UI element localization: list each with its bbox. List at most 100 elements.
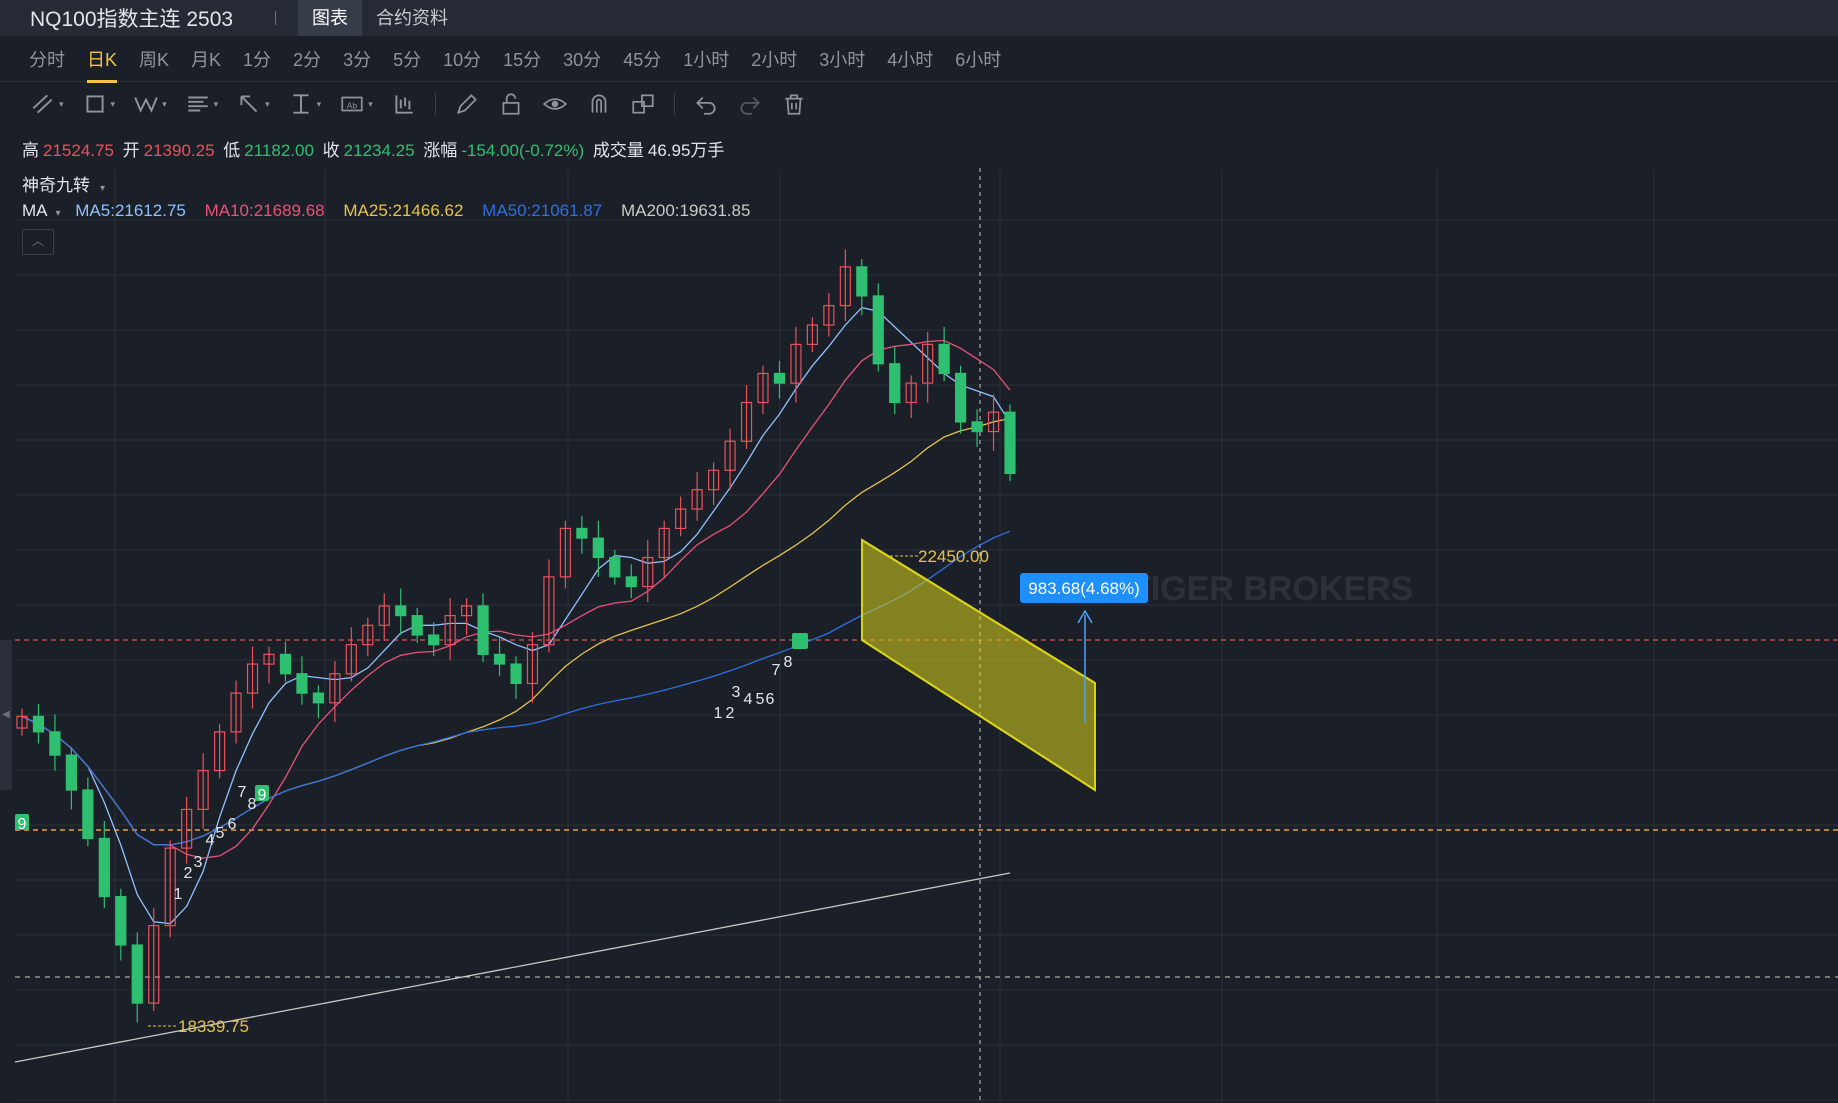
sidebar-toggle-handle[interactable]: ◀ [0, 640, 12, 790]
candle-body [49, 731, 61, 756]
ma-legend: MA ▾ MA5:21612.75 MA10:21689.68 MA25:2146… [22, 201, 764, 221]
period-7[interactable]: 5分 [393, 40, 421, 78]
seq-count-label: 2 [184, 865, 193, 882]
chevron-down-icon: ▾ [100, 183, 106, 194]
arrow-icon [240, 95, 258, 113]
undo-icon [695, 96, 716, 115]
tab-chart[interactable]: 图表 [298, 0, 362, 36]
layers-icon [632, 94, 654, 114]
delete-tool[interactable] [781, 91, 807, 117]
text-icon: Ab [341, 96, 363, 112]
period-0[interactable]: 分时 [29, 40, 65, 78]
candle-body [98, 837, 110, 898]
seq-count-label: 5 [756, 691, 765, 708]
magnet-tool[interactable] [586, 91, 612, 117]
redo-tool[interactable] [737, 91, 763, 117]
seq-count-label: 4 [206, 832, 215, 849]
tab-contract-info[interactable]: 合约资料 [362, 0, 462, 36]
watermark: TIGER BROKERS [1130, 570, 1413, 608]
low-value: 21182.00 [244, 141, 314, 160]
candle-body [954, 372, 967, 423]
close-label: 收 [322, 141, 340, 160]
period-5[interactable]: 2分 [293, 40, 321, 78]
period-4[interactable]: 1分 [243, 40, 271, 78]
period-2[interactable]: 周K [139, 40, 169, 78]
period-11[interactable]: 45分 [623, 40, 661, 78]
seq-count-label: 8 [784, 654, 793, 671]
svg-text:Ab: Ab [347, 100, 358, 110]
instrument-title: NQ100指数主连 2503 [30, 8, 234, 31]
candle-body [279, 653, 292, 675]
lock-tool[interactable] [498, 91, 524, 117]
open-label: 开 [122, 141, 140, 160]
fib-tool[interactable]: ▾ [185, 91, 218, 117]
eye-icon [542, 98, 567, 110]
lock-icon [502, 93, 520, 115]
bar-pattern-icon [395, 95, 413, 114]
bar-pattern-tool[interactable] [391, 91, 417, 117]
period-14[interactable]: 3小时 [819, 40, 865, 78]
high-marker-label: 22450.00 [918, 547, 989, 566]
period-6[interactable]: 3分 [343, 40, 371, 78]
candle-body [82, 789, 94, 840]
measure-label: 983.68(4.68%) [1028, 579, 1140, 598]
undo-tool[interactable] [693, 91, 719, 117]
ma25-value: MA25:21466.62 [343, 201, 464, 220]
seq-count-label: 6 [766, 691, 775, 708]
layers-tool[interactable] [630, 91, 656, 117]
period-16[interactable]: 6小时 [955, 40, 1001, 78]
arrow-tool[interactable]: ▾ [236, 91, 270, 117]
low-marker-label: 18339.75 [178, 1017, 249, 1036]
period-10[interactable]: 30分 [563, 40, 601, 78]
ma10-value: MA10:21689.68 [204, 201, 325, 220]
period-15[interactable]: 4小时 [887, 40, 933, 78]
trendline-tool[interactable]: ▾ [30, 91, 64, 117]
high-label: 高 [22, 141, 39, 160]
candle-body [411, 615, 423, 636]
seq-nine-badge [792, 633, 808, 649]
pen-tool[interactable] [454, 91, 480, 117]
fib-icon [187, 96, 208, 112]
period-8[interactable]: 10分 [443, 40, 481, 78]
collapse-legend-button[interactable]: ︿ [22, 229, 54, 255]
candle-body [872, 295, 884, 365]
trash-icon [785, 94, 803, 115]
measure-tool[interactable]: ▾ [288, 91, 321, 117]
period-13[interactable]: 2小时 [751, 40, 797, 78]
seq-count-label: 1 [714, 705, 723, 722]
rectangle-tool[interactable]: ▾ [82, 91, 115, 117]
ma200-line [14, 872, 1011, 1063]
candle-body [971, 421, 983, 433]
period-1[interactable]: 日K [87, 40, 118, 83]
chevron-down-icon[interactable]: ▾ [56, 208, 61, 219]
seq-count-label: 1 [174, 886, 183, 903]
candle-body [131, 944, 143, 1004]
redo-icon [740, 96, 760, 115]
low-label: 低 [223, 141, 241, 160]
candle-body [312, 692, 324, 704]
candle-body [889, 363, 901, 404]
period-3[interactable]: 月K [191, 40, 221, 78]
period-9[interactable]: 15分 [503, 40, 541, 78]
ma-label[interactable]: MA [22, 201, 48, 220]
toolbar-divider [673, 93, 675, 115]
text-tool[interactable]: Ab ▾ [339, 91, 373, 117]
open-value: 21390.25 [143, 141, 215, 160]
change-label: 涨幅 [423, 141, 458, 160]
wave-tool[interactable]: ▾ [133, 91, 167, 117]
candle-body [576, 527, 588, 539]
seq-count-label: 9 [258, 787, 267, 804]
kline-chart[interactable]: TIGER BROKERS 22450.00 18339.75 983.68(4.68… [0, 0, 1838, 1103]
visibility-tool[interactable] [542, 91, 568, 117]
seq-count-label: 5 [216, 825, 225, 842]
indicator-name: 神奇九转 [22, 176, 90, 195]
period-12[interactable]: 1小时 [683, 40, 729, 78]
seq-count-label: 6 [228, 816, 237, 833]
moving-averages [14, 306, 1011, 1063]
candle-body [395, 605, 407, 617]
indicator-selector[interactable]: 神奇九转 ▾ [22, 171, 105, 196]
volume-label: 成交量 [592, 141, 644, 160]
candle-body [65, 754, 78, 791]
seq-count-label: 3 [732, 684, 741, 701]
candle-body [428, 634, 440, 646]
